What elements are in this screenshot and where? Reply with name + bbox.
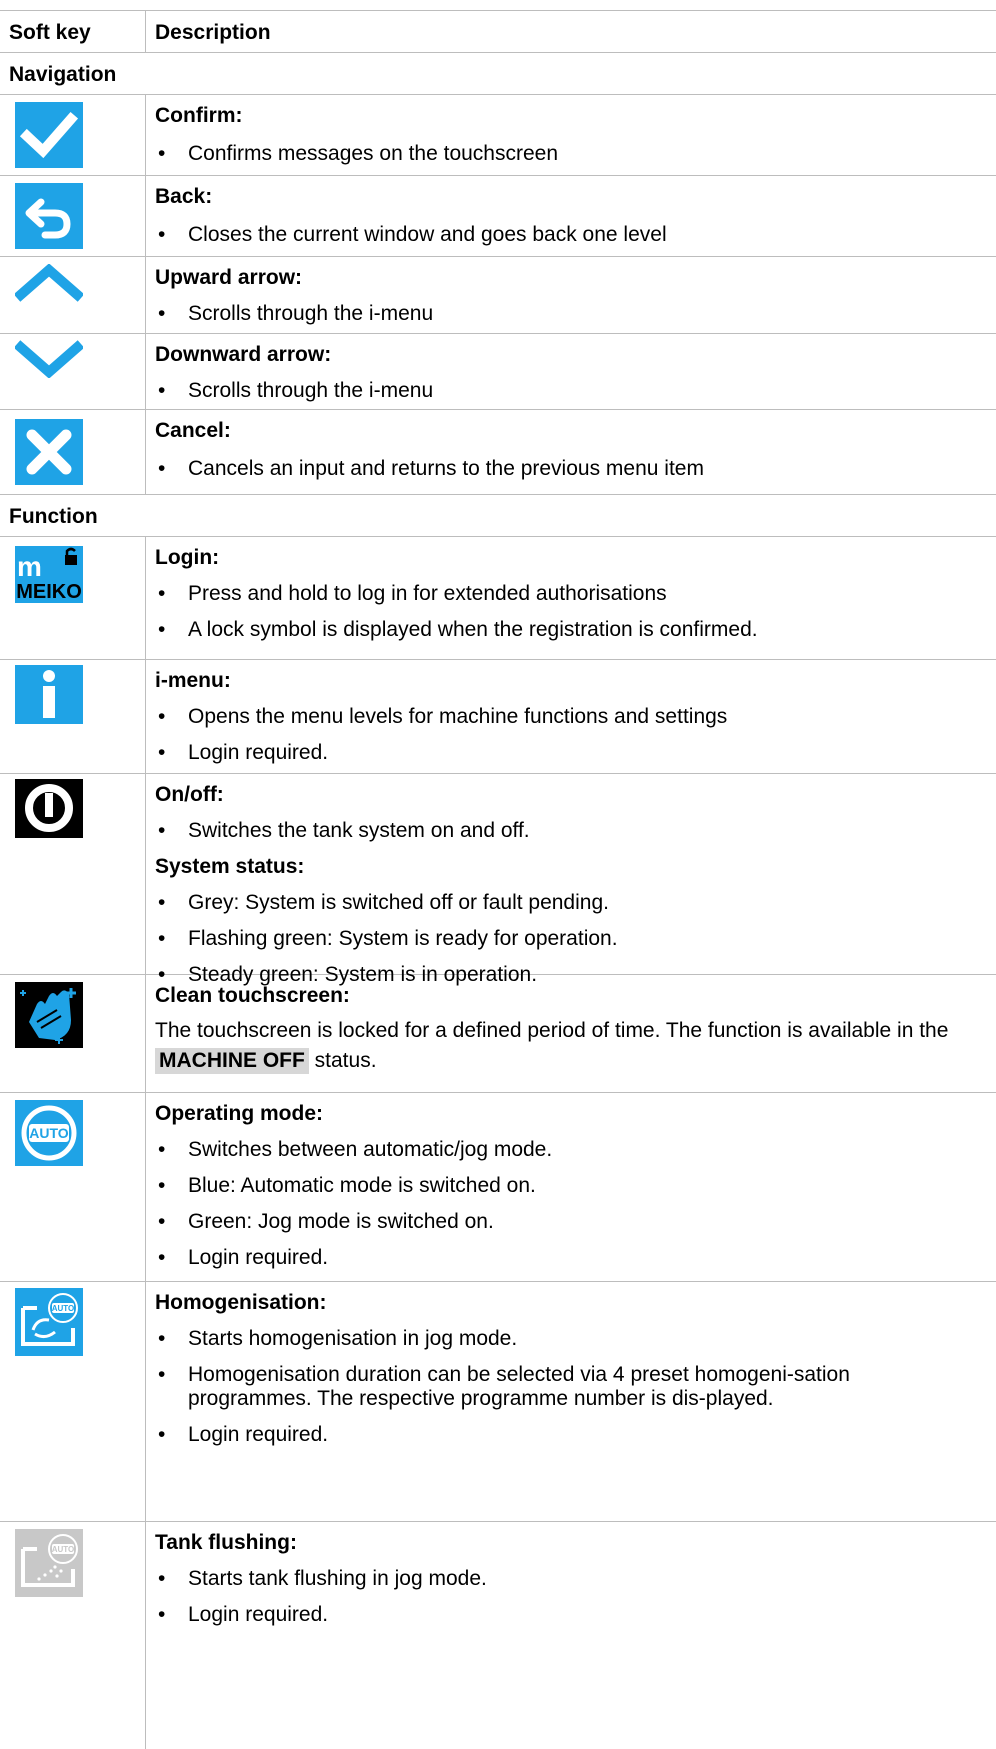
- chevron-up-icon: [15, 264, 83, 302]
- list-item: Cancels an input and returns to the prev…: [155, 457, 985, 481]
- table-row-upward-arrow: Upward arrow: Scrolls through the i-menu: [0, 256, 996, 333]
- list-item: Closes the current window and goes back …: [155, 223, 985, 247]
- table-row-i-menu: i-menu: Opens the menu levels for machin…: [0, 659, 996, 773]
- list-item: Scrolls through the i-menu: [155, 302, 985, 326]
- header-soft-key: Soft key: [9, 21, 91, 44]
- operating-mode-description: Operating mode: Switches between automat…: [155, 1102, 985, 1270]
- table-row-login: m MEIKO Login: Press and hold to log in …: [0, 536, 996, 659]
- svg-text:AUTO: AUTO: [29, 1125, 69, 1141]
- clean-touchscreen-text: The touchscreen is locked for a defined …: [155, 1016, 985, 1076]
- chevron-down-icon: [15, 340, 83, 378]
- back-title: Back:: [155, 185, 213, 208]
- table-row-tank-flushing: AUTO Tank flushing: Starts tank flushing…: [0, 1521, 996, 1749]
- table-row-operating-mode: AUTO Operating mode: Switches between au…: [0, 1092, 996, 1281]
- on-off-title: On/off:: [155, 783, 224, 806]
- meiko-login-icon: m MEIKO: [15, 546, 83, 603]
- table-row-cancel: Cancel: Cancels an input and returns to …: [0, 409, 996, 494]
- cancel-description: Cancel: Cancels an input and returns to …: [155, 419, 985, 481]
- list-item: Switches the tank system on and off.: [155, 819, 985, 843]
- upward-arrow-title: Upward arrow:: [155, 266, 303, 289]
- list-item: Switches between automatic/jog mode.: [155, 1138, 985, 1162]
- confirm-description: Confirm: Confirms messages on the touchs…: [155, 104, 985, 166]
- row-divider: [0, 494, 996, 495]
- info-icon: [15, 665, 83, 724]
- list-item: Starts homogenisation in jog mode.: [155, 1327, 985, 1351]
- list-item: Green: Jog mode is switched on.: [155, 1210, 985, 1234]
- list-item: Login required.: [155, 1603, 985, 1627]
- clean-touchscreen-title: Clean touchscreen:: [155, 984, 350, 1007]
- operating-mode-title: Operating mode:: [155, 1102, 324, 1125]
- row-divider: [0, 52, 996, 53]
- table-row-downward-arrow: Downward arrow: Scrolls through the i-me…: [0, 333, 996, 409]
- table-row-homogenisation: AUTO Homogenisation: Starts homogenisati…: [0, 1281, 996, 1521]
- cancel-title: Cancel:: [155, 419, 231, 442]
- svg-text:AUTO: AUTO: [52, 1304, 75, 1313]
- section-navigation: Navigation: [9, 63, 117, 86]
- clean-touchscreen-description: Clean touchscreen: The touchscreen is lo…: [155, 984, 985, 1076]
- tank-flushing-description: Tank flushing: Starts tank flushing in j…: [155, 1531, 985, 1627]
- clean-text-part1: The touchscreen is locked for a defined …: [155, 1019, 949, 1042]
- system-status-title: System status:: [155, 855, 305, 878]
- list-item: A lock symbol is displayed when the regi…: [155, 618, 985, 642]
- homogenisation-icon: AUTO: [15, 1288, 83, 1356]
- list-item: Opens the menu levels for machine functi…: [155, 705, 985, 729]
- table-header: Soft key Description: [0, 10, 996, 52]
- list-item: Scrolls through the i-menu: [155, 379, 985, 403]
- power-icon: [15, 779, 83, 838]
- table-row-confirm: Confirm: Confirms messages on the touchs…: [0, 94, 996, 175]
- section-function: Function: [9, 505, 98, 528]
- machine-off-status: MACHINE OFF: [155, 1048, 309, 1074]
- clean-text-part2: status.: [314, 1049, 377, 1072]
- list-item: Flashing green: System is ready for oper…: [155, 927, 985, 951]
- tank-flushing-icon: AUTO: [15, 1529, 83, 1597]
- list-item: Login required.: [155, 1246, 985, 1270]
- login-description: Login: Press and hold to log in for exte…: [155, 546, 985, 642]
- table-row-on-off: On/off: Switches the tank system on and …: [0, 773, 996, 987]
- svg-text:MEIKO: MEIKO: [16, 581, 82, 603]
- upward-arrow-description: Upward arrow: Scrolls through the i-menu: [155, 266, 985, 326]
- list-item: Starts tank flushing in jog mode.: [155, 1567, 985, 1591]
- tank-flushing-title: Tank flushing:: [155, 1531, 297, 1554]
- list-item: Login required.: [155, 741, 985, 765]
- downward-arrow-description: Downward arrow: Scrolls through the i-me…: [155, 343, 985, 403]
- i-menu-description: i-menu: Opens the menu levels for machin…: [155, 669, 985, 765]
- list-item: Homogenisation duration can be selected …: [155, 1363, 948, 1411]
- checkmark-icon: [15, 102, 83, 168]
- header-description: Description: [155, 21, 271, 44]
- list-item: Blue: Automatic mode is switched on.: [155, 1174, 985, 1198]
- svg-text:AUTO: AUTO: [52, 1545, 75, 1554]
- svg-text:m: m: [17, 551, 42, 582]
- login-title: Login:: [155, 546, 220, 569]
- i-menu-title: i-menu:: [155, 669, 231, 692]
- clean-touchscreen-icon: [15, 982, 83, 1048]
- list-item: Confirms messages on the touchscreen: [155, 142, 985, 166]
- downward-arrow-title: Downward arrow:: [155, 343, 332, 366]
- table-row-back: Back: Closes the current window and goes…: [0, 175, 996, 256]
- homogenisation-title: Homogenisation:: [155, 1291, 327, 1314]
- homogenisation-description: Homogenisation: Starts homogenisation in…: [155, 1291, 985, 1447]
- list-item: Grey: System is switched off or fault pe…: [155, 891, 985, 915]
- list-item: Press and hold to log in for extended au…: [155, 582, 985, 606]
- back-arrow-icon: [15, 183, 83, 249]
- list-item: Login required.: [155, 1423, 985, 1447]
- on-off-description: On/off: Switches the tank system on and …: [155, 783, 985, 987]
- softkey-table: Soft key Description Navigation Confirm:…: [0, 0, 996, 1749]
- table-row-clean-touchscreen: Clean touchscreen: The touchscreen is lo…: [0, 974, 996, 1092]
- close-icon: [15, 419, 83, 485]
- auto-mode-icon: AUTO: [15, 1100, 83, 1166]
- back-description: Back: Closes the current window and goes…: [155, 185, 985, 247]
- confirm-title: Confirm:: [155, 104, 243, 127]
